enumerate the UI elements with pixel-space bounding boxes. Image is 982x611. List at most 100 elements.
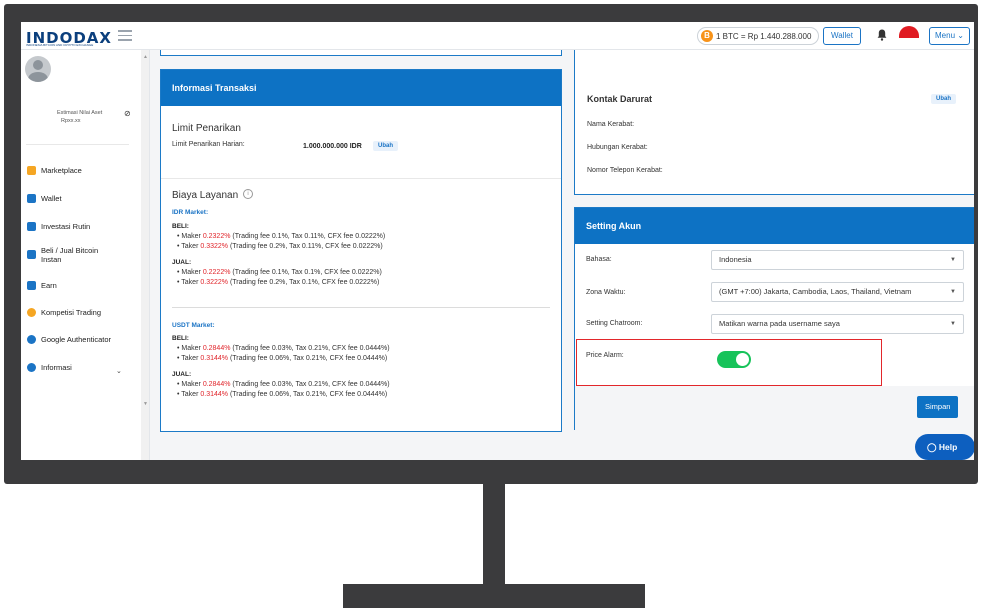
info-icon[interactable]: i bbox=[243, 189, 253, 199]
avatar[interactable] bbox=[25, 56, 51, 82]
idr-beli-taker: • Taker 0.3322% (Trading fee 0.2%, Tax 0… bbox=[177, 243, 383, 250]
google-auth-icon bbox=[27, 335, 36, 344]
price-alarm-toggle[interactable] bbox=[717, 351, 751, 368]
trophy-icon bbox=[27, 308, 36, 317]
info-icon bbox=[27, 363, 36, 372]
usdt-beli-maker: • Maker 0.2844% (Trading fee 0.03%, Tax … bbox=[177, 345, 390, 352]
usdt-jual-taker: • Taker 0.3144% (Trading fee 0.06%, Tax … bbox=[177, 391, 388, 398]
sidebar-item-label: Beli / Jual Bitcoin Instan bbox=[41, 246, 99, 264]
kontak-darurat-card: Kontak Darurat Ubah Nama Kerabat: Hubung… bbox=[574, 50, 974, 195]
idr-market-label: IDR Market: bbox=[172, 209, 209, 216]
language-flag-icon[interactable] bbox=[899, 26, 919, 38]
chart-bars-icon bbox=[27, 166, 36, 175]
sidebar-item-earn[interactable]: Earn bbox=[27, 281, 57, 290]
kontak-darurat-title: Kontak Darurat bbox=[587, 94, 653, 104]
sidebar-item-beli-jual[interactable]: Beli / Jual Bitcoin Instan bbox=[27, 246, 111, 264]
sidebar-item-investasi-rutin[interactable]: Investasi Rutin bbox=[27, 222, 90, 231]
usdt-jual-maker: • Maker 0.2844% (Trading fee 0.03%, Tax … bbox=[177, 381, 390, 388]
eye-slash-icon[interactable]: ⊘ bbox=[124, 109, 131, 118]
nomor-telepon-label: Nomor Telepon Kerabat: bbox=[587, 167, 663, 174]
biaya-layanan-title: Biaya Layanan bbox=[172, 190, 239, 201]
limit-harian-value: 1.000.000.000 IDR bbox=[303, 143, 362, 150]
sidebar-item-kompetisi[interactable]: Kompetisi Trading bbox=[27, 308, 101, 317]
usdt-beli-label: BELI: bbox=[172, 335, 189, 342]
idr-jual-label: JUAL: bbox=[172, 259, 192, 266]
sidebar-item-wallet[interactable]: Wallet bbox=[27, 194, 62, 203]
calendar-icon bbox=[27, 222, 36, 231]
sidebar-item-marketplace[interactable]: Marketplace bbox=[27, 166, 82, 175]
asset-estimate-label: Estimasi Nilai Aset bbox=[57, 110, 103, 116]
zona-waktu-value: (GMT +7:00) Jakarta, Cambodia, Laos, Tha… bbox=[719, 287, 912, 296]
monitor-frame: INDODAX INDONESIA BITCOIN AND CRYPTO EXC… bbox=[4, 4, 978, 484]
help-label: Help bbox=[938, 442, 958, 452]
caret-down-icon: ▼ bbox=[950, 257, 956, 263]
sidebar-item-label: Informasi bbox=[41, 363, 72, 372]
zona-waktu-label: Zona Waktu: bbox=[586, 289, 626, 296]
brand-tagline: INDONESIA BITCOIN AND CRYPTO EXCHANGE bbox=[26, 43, 94, 47]
sidebar-item-label: Marketplace bbox=[41, 166, 82, 175]
bahasa-select[interactable]: Indonesia ▼ bbox=[711, 250, 964, 270]
limit-harian-label: Limit Penarikan Harian: bbox=[172, 141, 245, 148]
idr-beli-maker: • Maker 0.2322% (Trading fee 0.1%, Tax 0… bbox=[177, 233, 386, 240]
sidebar-scrollbar[interactable]: ▲ ▼ bbox=[141, 50, 149, 460]
ubah-limit-button[interactable]: Ubah bbox=[373, 141, 398, 151]
sidebar-item-informasi[interactable]: Informasi bbox=[27, 363, 72, 372]
bitcoin-icon: B bbox=[701, 30, 713, 42]
chat-bubble-icon: ◯ bbox=[927, 442, 937, 452]
simpan-button[interactable]: Simpan bbox=[917, 396, 959, 418]
caret-down-icon: ▼ bbox=[950, 289, 956, 295]
scroll-up-icon[interactable]: ▲ bbox=[143, 54, 148, 60]
btc-price-text: 1 BTC = Rp 1.440.288.000 bbox=[716, 31, 812, 41]
bell-icon[interactable] bbox=[877, 29, 887, 41]
idr-beli-label: BELI: bbox=[172, 223, 189, 230]
chevron-down-icon[interactable]: ⌄ bbox=[116, 367, 122, 375]
card-title: Setting Akun bbox=[575, 208, 974, 244]
earn-icon bbox=[27, 281, 36, 290]
hubungan-kerabat-label: Hubungan Kerabat: bbox=[587, 144, 648, 151]
wallet-icon bbox=[27, 194, 36, 203]
card-title: Informasi Transaksi bbox=[161, 70, 561, 106]
menu-label: Menu bbox=[935, 31, 956, 40]
hamburger-icon[interactable] bbox=[118, 30, 132, 41]
sidebar-item-label: Earn bbox=[41, 281, 57, 290]
monitor-stand-neck bbox=[483, 484, 505, 584]
idr-jual-taker: • Taker 0.3222% (Trading fee 0.2%, Tax 0… bbox=[177, 279, 380, 286]
menu-button[interactable]: Menu ⌄ bbox=[929, 27, 970, 45]
wallet-button[interactable]: Wallet bbox=[823, 27, 861, 45]
idr-jual-maker: • Maker 0.2222% (Trading fee 0.1%, Tax 0… bbox=[177, 269, 382, 276]
sidebar-item-google-auth[interactable]: Google Authenticator bbox=[27, 335, 111, 344]
ubah-kontak-button[interactable]: Ubah bbox=[931, 94, 956, 104]
zona-waktu-select[interactable]: (GMT +7:00) Jakarta, Cambodia, Laos, Tha… bbox=[711, 282, 964, 302]
usdt-jual-label: JUAL: bbox=[172, 371, 192, 378]
sidebar: Estimasi Nilai Aset ⊘ Rpxx.xx Marketplac… bbox=[21, 50, 150, 460]
chatroom-value: Matikan warna pada username saya bbox=[719, 319, 840, 328]
bahasa-value: Indonesia bbox=[719, 255, 752, 264]
divider bbox=[161, 178, 561, 179]
chevron-down-icon: ⌄ bbox=[955, 31, 964, 40]
price-alarm-label: Price Alarm: bbox=[586, 352, 624, 359]
main-content: Informasi Transaksi Limit Penarikan Limi… bbox=[150, 50, 974, 460]
monitor-stand-base bbox=[343, 584, 645, 608]
chatroom-select[interactable]: Matikan warna pada username saya ▼ bbox=[711, 314, 964, 334]
btc-price-pill[interactable]: B 1 BTC = Rp 1.440.288.000 bbox=[697, 27, 820, 45]
sidebar-item-label: Wallet bbox=[41, 194, 62, 203]
bahasa-label: Bahasa: bbox=[586, 256, 612, 263]
usdt-beli-taker: • Taker 0.3144% (Trading fee 0.06%, Tax … bbox=[177, 355, 388, 362]
sidebar-item-label: Google Authenticator bbox=[41, 335, 112, 344]
sidebar-item-label: Kompetisi Trading bbox=[41, 308, 102, 317]
topbar: INDODAX INDONESIA BITCOIN AND CRYPTO EXC… bbox=[21, 22, 974, 50]
sidebar-divider bbox=[26, 144, 129, 145]
asset-estimate-value: Rpxx.xx bbox=[61, 118, 81, 124]
nama-kerabat-label: Nama Kerabat: bbox=[587, 121, 635, 128]
divider bbox=[172, 307, 550, 308]
setting-akun-card: Setting Akun Bahasa: Indonesia ▼ Zona Wa… bbox=[574, 207, 974, 430]
swap-arrows-icon bbox=[27, 250, 36, 259]
usdt-market-label: USDT Market: bbox=[172, 322, 215, 329]
scroll-down-icon[interactable]: ▼ bbox=[143, 401, 148, 407]
help-button[interactable]: ◯ Help bbox=[915, 434, 974, 460]
limit-penarikan-title: Limit Penarikan bbox=[172, 123, 241, 134]
screen: INDODAX INDONESIA BITCOIN AND CRYPTO EXC… bbox=[21, 22, 974, 460]
card-stub-left bbox=[160, 50, 562, 56]
sidebar-item-label: Investasi Rutin bbox=[41, 222, 91, 231]
caret-down-icon: ▼ bbox=[950, 321, 956, 327]
